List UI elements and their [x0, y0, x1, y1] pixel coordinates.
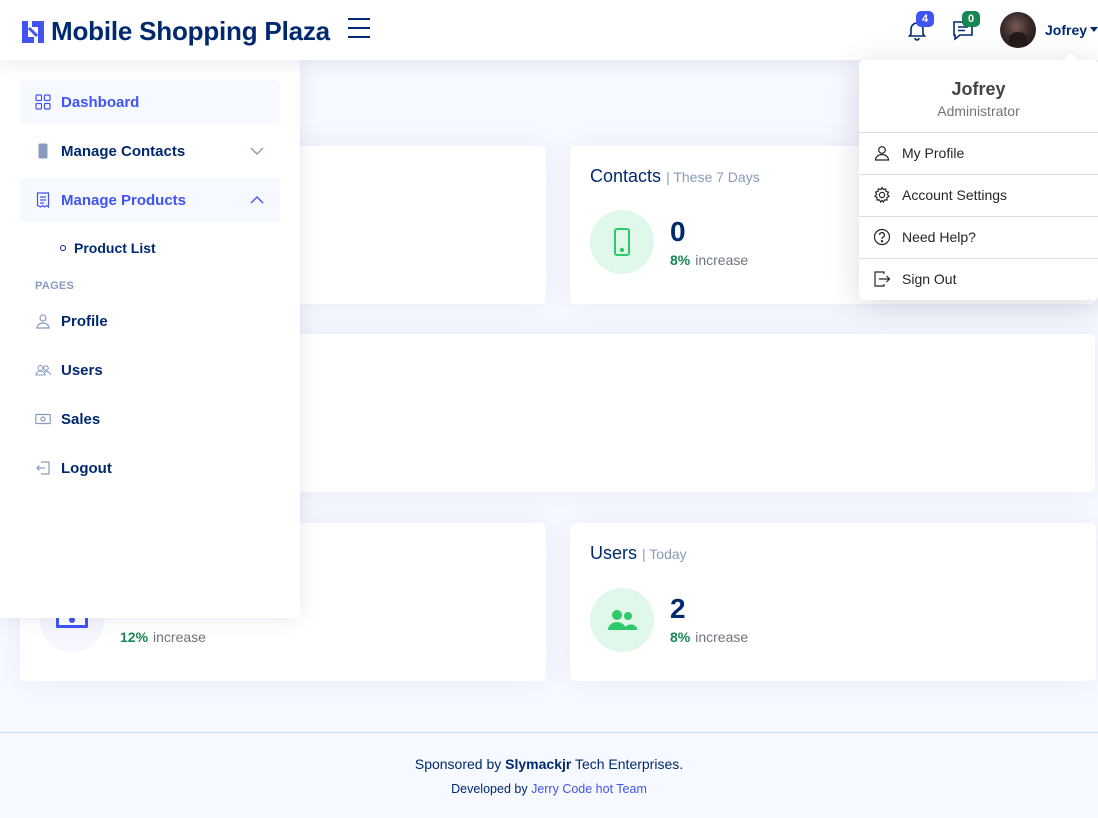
footer-sponsored-prefix: Sponsored by — [414, 756, 502, 772]
phone-icon — [38, 143, 48, 159]
contacts-value: 0 — [670, 216, 686, 247]
users-icon-circle — [590, 588, 654, 652]
sidebar-item-label: Dashboard — [61, 94, 140, 111]
dropdown-item-label: Sign Out — [902, 271, 957, 287]
sidebar-item-label: Manage Contacts — [61, 143, 186, 160]
footer-sponsored-suffix: Tech Enterprises. — [574, 756, 684, 772]
messages-badge: 0 — [962, 11, 980, 27]
sales-change: 12% increase — [120, 629, 206, 645]
users-pct: 8% — [670, 629, 691, 645]
sidebar-item-label: Users — [61, 362, 103, 379]
notifications-badge: 4 — [916, 11, 934, 27]
users-period: | Today — [642, 546, 687, 562]
users-change: 8% increase — [670, 629, 748, 645]
dropdown-item-account-settings[interactable]: Account Settings — [873, 175, 1093, 215]
sidebar-item-label: Manage Products — [61, 192, 187, 209]
logout-icon — [874, 271, 891, 287]
dropdown-item-label: Account Settings — [902, 187, 1008, 203]
users-card-title: Users | Today — [590, 543, 687, 564]
profile-dropdown: Jofrey Administrator My Profile Account … — [859, 60, 1098, 300]
sidebar-item-label: Logout — [61, 460, 112, 477]
grid-icon — [35, 94, 51, 110]
contacts-change: 8% increase — [670, 252, 748, 268]
circle-icon — [60, 245, 66, 251]
header: Mobile Shopping Plaza 4 0 Jofrey — [0, 0, 1098, 60]
person-icon — [36, 314, 50, 329]
contacts-pct: 8% — [670, 252, 691, 268]
dropdown-item-my-profile[interactable]: My Profile — [873, 133, 1093, 173]
users-value: 2 — [670, 593, 686, 624]
question-circle-icon — [873, 228, 891, 246]
sidebar-item-dashboard[interactable]: Dashboard — [20, 80, 280, 124]
phone-icon — [614, 228, 630, 256]
footer-developed-prefix: Developed by — [451, 782, 528, 796]
sidebar-subitem-product-list[interactable]: Product List — [60, 240, 156, 256]
users-card: Users | Today 2 8% increase — [570, 523, 1096, 681]
users-title: Users — [590, 543, 638, 563]
notifications-button[interactable]: 4 — [902, 11, 934, 44]
logout-icon — [36, 461, 50, 475]
footer-sponsored: Sponsored by Slymackjr Tech Enterprises. — [0, 756, 1098, 772]
messages-button[interactable]: 0 — [948, 11, 980, 44]
contacts-icon-circle — [590, 210, 654, 274]
sidebar-item-label: Profile — [61, 313, 108, 330]
dropdown-item-sign-out[interactable]: Sign Out — [873, 259, 1093, 299]
footer-developed: Developed by Jerry Code hot Team — [0, 782, 1098, 796]
contacts-title: Contacts — [590, 166, 662, 186]
cash-icon — [35, 413, 51, 425]
dropdown-item-label: My Profile — [902, 145, 965, 161]
logo-icon — [22, 20, 44, 43]
sidebar-item-logout[interactable]: Logout — [20, 446, 280, 490]
dropdown-user-name: Jofrey — [951, 79, 1006, 99]
user-menu-name[interactable]: Jofrey — [1045, 22, 1087, 38]
sidebar-heading-pages: PAGES — [35, 280, 75, 292]
sidebar-subitem-label: Product List — [74, 240, 156, 256]
sidebar: Dashboard Manage Contacts Manage Product… — [0, 60, 300, 618]
sidebar-item-users[interactable]: Users — [20, 348, 280, 392]
people-icon — [35, 364, 51, 376]
menu-toggle-icon[interactable] — [348, 18, 372, 40]
sales-pct: 12% — [120, 629, 149, 645]
footer: Sponsored by Slymackjr Tech Enterprises.… — [0, 732, 1098, 818]
chevron-down-icon — [250, 147, 264, 155]
sidebar-item-manage-contacts[interactable]: Manage Contacts — [20, 129, 280, 173]
avatar[interactable] — [1000, 12, 1036, 48]
sidebar-item-manage-products[interactable]: Manage Products — [20, 178, 280, 222]
caret-down-icon[interactable] — [1090, 27, 1098, 32]
users-pct-label: increase — [695, 629, 749, 645]
receipt-icon — [36, 192, 50, 208]
footer-sponsor: Slymackjr — [505, 756, 572, 772]
contacts-pct-label: increase — [695, 252, 749, 268]
dropdown-item-need-help[interactable]: Need Help? — [873, 217, 1093, 257]
people-icon — [608, 610, 637, 630]
dropdown-user-role: Administrator — [937, 103, 1020, 119]
contacts-card-title: Contacts | These 7 Days — [590, 166, 760, 187]
sales-pct-label: increase — [153, 629, 206, 645]
dropdown-item-label: Need Help? — [902, 229, 976, 245]
chevron-up-icon — [250, 196, 264, 204]
sidebar-item-profile[interactable]: Profile — [20, 299, 280, 343]
gear-icon — [874, 186, 890, 204]
sidebar-item-sales[interactable]: Sales — [20, 397, 280, 441]
contacts-period: | These 7 Days — [666, 169, 760, 185]
footer-developer-link[interactable]: Jerry Code hot Team — [531, 782, 647, 796]
person-icon — [874, 146, 890, 161]
sidebar-item-label: Sales — [61, 411, 101, 428]
logo[interactable]: Mobile Shopping Plaza — [20, 16, 330, 47]
brand-name: Mobile Shopping Plaza — [51, 16, 330, 46]
